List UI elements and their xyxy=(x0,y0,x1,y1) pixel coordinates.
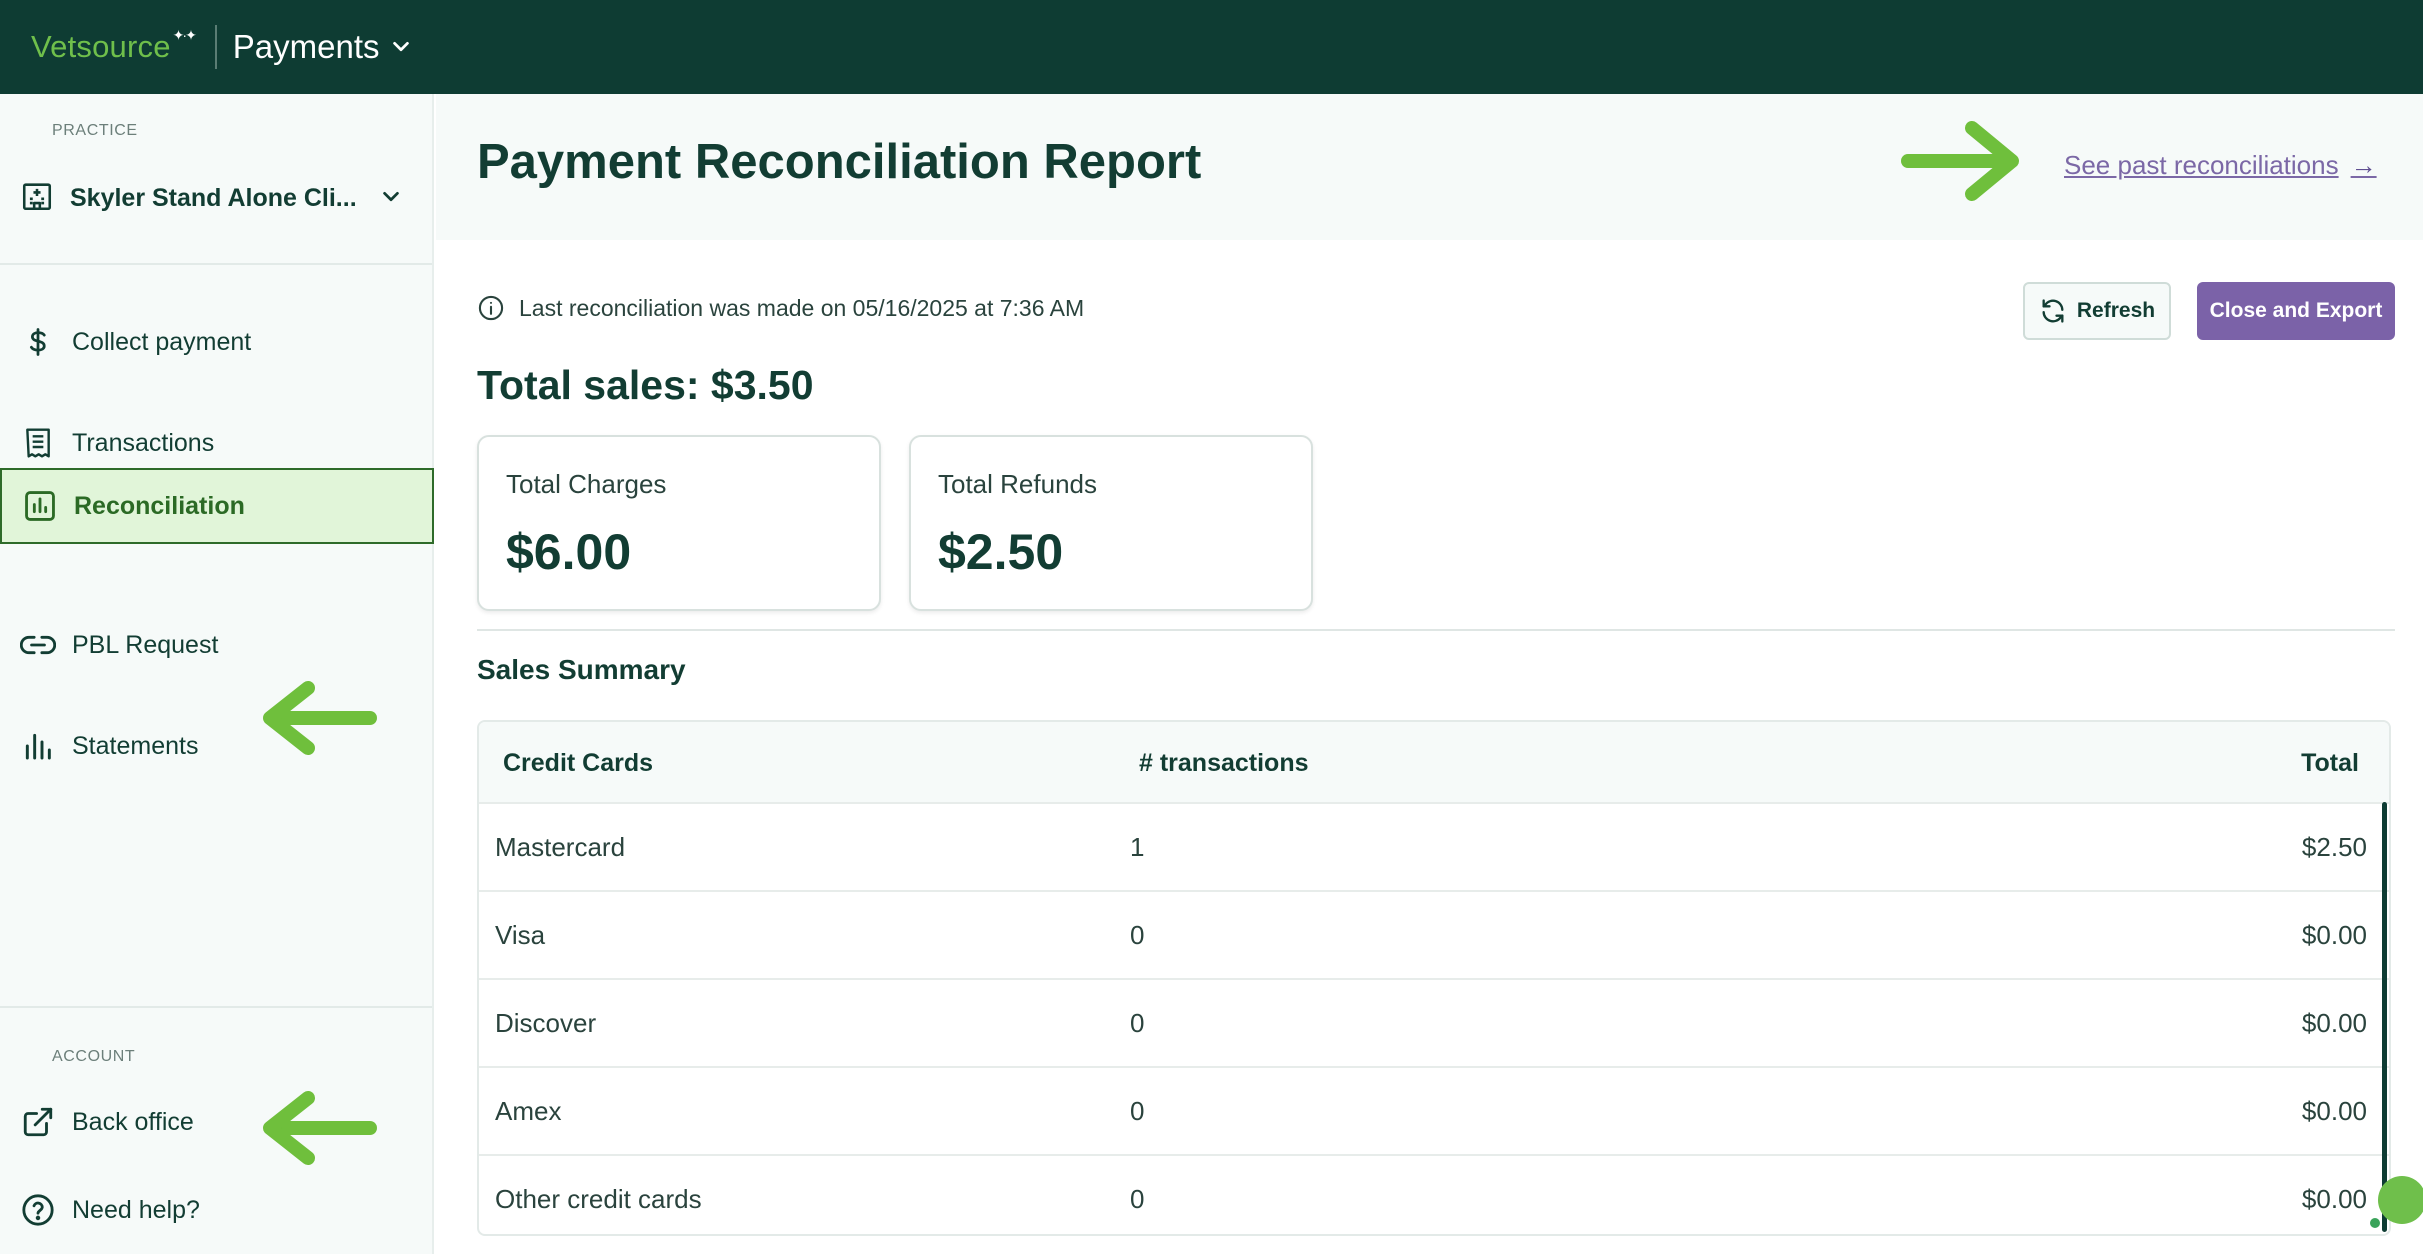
sidebar-item-label: Need help? xyxy=(72,1195,200,1224)
chevron-down-icon xyxy=(392,41,409,52)
table-row: Visa 0 $0.00 xyxy=(479,890,2389,978)
bar-chart-box-icon xyxy=(22,488,58,524)
brand-divider xyxy=(214,25,217,69)
sidebar-item-pbl-request[interactable]: PBL Request xyxy=(0,607,434,683)
external-link-icon xyxy=(20,1104,56,1140)
table-row: Mastercard 1 $2.50 xyxy=(479,802,2389,890)
dollar-icon xyxy=(20,324,56,360)
chat-widget-button[interactable] xyxy=(2378,1176,2423,1224)
total-sales: Total sales: $3.50 xyxy=(477,362,814,408)
card-type-cell: Discover xyxy=(495,1008,597,1038)
transactions-cell: 0 xyxy=(1130,1184,1145,1214)
card-type-cell: Mastercard xyxy=(495,832,626,862)
total-refunds-card: Total Refunds $2.50 xyxy=(909,435,1313,611)
card-value: $6.00 xyxy=(506,524,632,580)
table-row: Other credit cards 0 $0.00 xyxy=(479,1154,2389,1234)
sidebar-divider xyxy=(0,263,432,265)
section-divider xyxy=(477,629,2395,631)
transactions-cell: 1 xyxy=(1130,832,1145,862)
sidebar-item-label: Transactions xyxy=(72,428,215,457)
total-cell: $0.00 xyxy=(2301,1184,2367,1214)
refresh-icon xyxy=(2042,299,2064,323)
hospital-building-icon xyxy=(20,179,54,218)
bar-chart-icon xyxy=(20,728,56,764)
card-label: Total Charges xyxy=(506,469,667,499)
annotation-arrow-right-icon xyxy=(1901,121,2019,201)
account-section-label: ACCOUNT xyxy=(52,1048,136,1065)
card-type-cell: Amex xyxy=(495,1096,562,1126)
table-scrollbar[interactable] xyxy=(2382,802,2387,1232)
page-title: Payment Reconciliation Report xyxy=(477,135,1202,189)
practice-section-label: PRACTICE xyxy=(52,122,138,139)
total-cell: $2.50 xyxy=(2301,832,2367,862)
brand-name: Vetsource xyxy=(31,29,171,64)
top-bar: Vetsource ✦·✦ Payments xyxy=(0,0,2423,94)
sidebar-item-reconciliation[interactable]: Reconciliation xyxy=(0,468,434,544)
help-circle-icon xyxy=(20,1192,56,1228)
sidebar-item-collect-payment[interactable]: Collect payment xyxy=(0,304,434,380)
card-value: $2.50 xyxy=(938,524,1064,580)
total-cell: $0.00 xyxy=(2301,1096,2367,1126)
logo-sparkle-icon: ✦·✦ xyxy=(172,26,197,43)
sidebar-item-label: Statements xyxy=(72,731,199,760)
sales-summary-title: Sales Summary xyxy=(477,654,686,685)
table-row: Amex 0 $0.00 xyxy=(479,1066,2389,1154)
practice-name: Skyler Stand Alone Cli... xyxy=(70,183,357,212)
sidebar-item-label: Reconciliation xyxy=(74,491,245,520)
practice-selector[interactable]: Skyler Stand Alone Cli... xyxy=(0,158,432,238)
sales-summary-table: Credit Cards # transactions Total Master… xyxy=(477,720,2391,1236)
annotation-arrow-left-icon xyxy=(263,681,377,755)
total-cell: $0.00 xyxy=(2301,1008,2367,1038)
transactions-cell: 0 xyxy=(1130,1008,1145,1038)
arrow-right-icon: → xyxy=(2350,150,2377,180)
app-switcher[interactable]: Payments xyxy=(233,28,412,66)
total-charges-card: Total Charges $6.00 xyxy=(477,435,881,611)
total-cell: $0.00 xyxy=(2301,920,2367,950)
column-header-credit-cards: Credit Cards xyxy=(503,749,654,777)
sidebar: PRACTICE Skyler Stand Alone Cli... Colle… xyxy=(0,94,434,1254)
past-link-label: See past reconciliations xyxy=(2064,150,2339,180)
export-label: Close and Export xyxy=(2209,299,2383,322)
refresh-button[interactable]: Refresh xyxy=(2023,282,2171,340)
table-row: Discover 0 $0.00 xyxy=(479,978,2389,1066)
close-and-export-button[interactable]: Close and Export xyxy=(2197,282,2395,340)
column-header-transactions: # transactions xyxy=(1139,749,1309,777)
card-type-cell: Other credit cards xyxy=(495,1184,702,1214)
app-name: Payments xyxy=(232,28,380,65)
main-content: Payment Reconciliation Report See past r… xyxy=(436,94,2423,1254)
transactions-cell: 0 xyxy=(1130,920,1145,950)
info-text: Last reconciliation was made on 05/16/20… xyxy=(519,294,1085,321)
refresh-label: Refresh xyxy=(2076,299,2156,322)
card-type-cell: Visa xyxy=(495,920,546,950)
sidebar-item-label: PBL Request xyxy=(72,630,219,659)
see-past-reconciliations-link[interactable]: See past reconciliations → xyxy=(2064,150,2377,181)
column-header-total: Total xyxy=(2301,749,2359,777)
receipt-icon xyxy=(20,425,56,461)
sidebar-item-need-help[interactable]: Need help? xyxy=(0,1172,434,1248)
vetsource-logo[interactable]: Vetsource ✦·✦ xyxy=(31,26,197,65)
link-icon xyxy=(20,627,56,663)
table-header: Credit Cards # transactions Total xyxy=(479,722,2389,802)
chevron-down-icon xyxy=(383,191,399,202)
page-header: Payment Reconciliation Report See past r… xyxy=(436,94,2423,240)
last-reconciliation-info: Last reconciliation was made on 05/16/20… xyxy=(477,294,1084,322)
annotation-arrow-left-icon xyxy=(263,1091,377,1165)
card-label: Total Refunds xyxy=(938,469,1097,499)
transactions-cell: 0 xyxy=(1130,1096,1145,1126)
sidebar-divider xyxy=(0,1006,432,1008)
chat-status-dot xyxy=(2368,1216,2382,1230)
sidebar-item-label: Back office xyxy=(72,1107,194,1136)
info-icon xyxy=(478,295,504,321)
sidebar-item-label: Collect payment xyxy=(72,327,252,356)
